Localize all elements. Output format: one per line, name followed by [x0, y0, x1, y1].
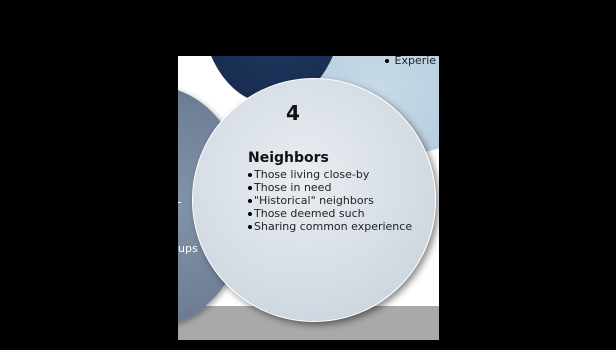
bullet-text: Sharing common experience — [254, 220, 413, 233]
bullet-dot — [248, 173, 252, 177]
bullet-dot — [248, 186, 252, 190]
bullet-list: Those living close-by Those in need "His… — [248, 168, 412, 233]
bullet-text: Those in need — [254, 181, 332, 194]
bullet-dot — [248, 225, 252, 229]
top-bullet-item: Experie — [385, 56, 436, 67]
bullet-item: Sharing common experience — [248, 220, 412, 233]
presentation-viewer: Experie ups 4 Neighbors Those living clo… — [0, 0, 616, 350]
bullet-item: Those in need — [248, 181, 412, 194]
bullet-dot — [385, 59, 389, 63]
top-bullet-text: Experie — [394, 56, 437, 67]
left-fragment-mark — [178, 202, 181, 203]
bullet-dot — [248, 212, 252, 216]
left-fragment-text: ups — [178, 242, 198, 255]
section-heading: Neighbors — [248, 150, 329, 166]
bullet-text: "Historical" neighbors — [254, 194, 374, 207]
slide: Experie ups 4 Neighbors Those living clo… — [178, 56, 439, 340]
bullet-dot — [248, 199, 252, 203]
bullet-item: Those living close-by — [248, 168, 412, 181]
section-number: 4 — [286, 101, 300, 125]
bullet-text: Those living close-by — [254, 168, 370, 181]
bullet-text: Those deemed such — [254, 207, 365, 220]
bullet-item: Those deemed such — [248, 207, 412, 220]
bullet-item: "Historical" neighbors — [248, 194, 412, 207]
